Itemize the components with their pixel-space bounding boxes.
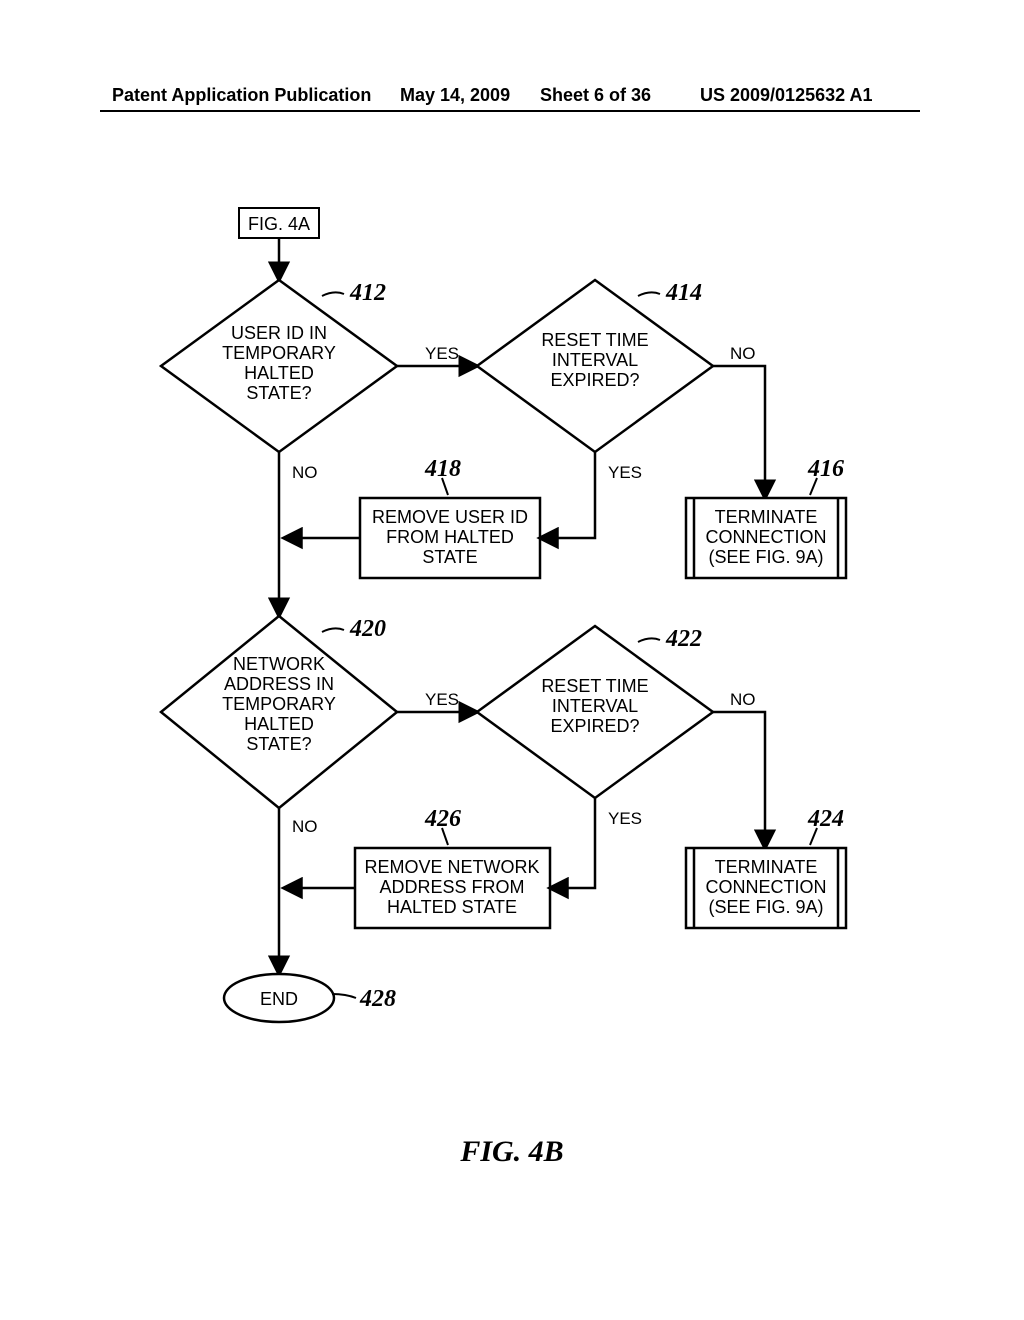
ref-418: 418 (424, 456, 461, 482)
svg-text:RESET TIME: RESET TIME (541, 330, 648, 350)
svg-text:USER ID IN: USER ID IN (231, 323, 327, 343)
ref-412: 412 (349, 280, 386, 306)
ref-428: 428 (359, 986, 396, 1012)
ref-426: 426 (424, 806, 461, 832)
svg-text:REMOVE USER ID: REMOVE USER ID (372, 507, 528, 527)
svg-text:STATE: STATE (422, 547, 477, 567)
ref-420: 420 (349, 616, 386, 642)
svg-text:HALTED STATE: HALTED STATE (387, 897, 517, 917)
decision-420: NETWORK ADDRESS IN TEMPORARY HALTED STAT… (161, 616, 397, 808)
process-426: REMOVE NETWORK ADDRESS FROM HALTED STATE (355, 848, 550, 928)
svg-text:HALTED: HALTED (244, 363, 314, 383)
svg-text:END: END (260, 989, 298, 1009)
edge-422-yes-label: YES (608, 809, 642, 828)
svg-text:ADDRESS FROM: ADDRESS FROM (379, 877, 524, 897)
terminator-end: END (224, 974, 334, 1022)
edge-412-yes-label: YES (425, 344, 459, 363)
ref-422: 422 (665, 626, 702, 652)
edge-414-no-label: NO (730, 344, 756, 363)
svg-text:HALTED: HALTED (244, 714, 314, 734)
edge-420-yes-label: YES (425, 690, 459, 709)
ref-lead-428 (332, 994, 356, 998)
svg-text:INTERVAL: INTERVAL (552, 696, 638, 716)
ref-416: 416 (807, 456, 844, 482)
svg-text:(SEE FIG. 9A): (SEE FIG. 9A) (708, 547, 823, 567)
svg-text:STATE?: STATE? (246, 383, 311, 403)
ref-lead-414 (638, 292, 660, 296)
svg-text:TEMPORARY: TEMPORARY (222, 343, 336, 363)
edge-414-416 (713, 366, 765, 498)
edge-422-424 (713, 712, 765, 848)
process-416: TERMINATE CONNECTION (SEE FIG. 9A) (686, 498, 846, 578)
ref-424: 424 (807, 806, 844, 832)
ref-414: 414 (665, 280, 702, 306)
svg-text:CONNECTION: CONNECTION (706, 877, 827, 897)
svg-text:INTERVAL: INTERVAL (552, 350, 638, 370)
entry-label: FIG. 4A (248, 214, 310, 234)
ref-lead-420 (322, 628, 344, 632)
svg-text:ADDRESS IN: ADDRESS IN (224, 674, 334, 694)
edge-412-no-label: NO (292, 463, 318, 482)
figure-title: FIG. 4B (0, 1135, 1024, 1169)
flowchart: FIG. 4A USER ID IN TEMPORARY HALTED STAT… (0, 0, 1024, 1320)
svg-text:FROM HALTED: FROM HALTED (386, 527, 514, 547)
svg-text:CONNECTION: CONNECTION (706, 527, 827, 547)
edge-420-no-label: NO (292, 817, 318, 836)
page: Patent Application Publication May 14, 2… (0, 0, 1024, 1320)
svg-text:TERMINATE: TERMINATE (715, 857, 818, 877)
svg-text:TEMPORARY: TEMPORARY (222, 694, 336, 714)
edge-422-no-label: NO (730, 690, 756, 709)
svg-text:STATE?: STATE? (246, 734, 311, 754)
edge-414-418 (540, 452, 595, 538)
svg-text:RESET TIME: RESET TIME (541, 676, 648, 696)
svg-text:TERMINATE: TERMINATE (715, 507, 818, 527)
ref-lead-412 (322, 292, 344, 296)
process-418: REMOVE USER ID FROM HALTED STATE (360, 498, 540, 578)
svg-text:REMOVE NETWORK: REMOVE NETWORK (364, 857, 539, 877)
entry-connector: FIG. 4A (239, 208, 319, 238)
process-424: TERMINATE CONNECTION (SEE FIG. 9A) (686, 848, 846, 928)
edge-422-426 (550, 798, 595, 888)
ref-lead-422 (638, 638, 660, 642)
svg-text:(SEE FIG. 9A): (SEE FIG. 9A) (708, 897, 823, 917)
svg-text:EXPIRED?: EXPIRED? (550, 716, 639, 736)
svg-text:NETWORK: NETWORK (233, 654, 325, 674)
svg-text:EXPIRED?: EXPIRED? (550, 370, 639, 390)
edge-414-yes-label: YES (608, 463, 642, 482)
